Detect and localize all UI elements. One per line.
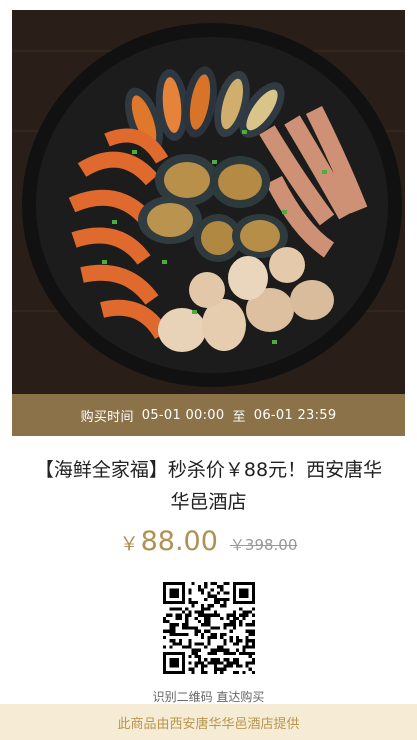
product-card: 购买时间 05-01 00:00 至 06-01 23:59 【海鲜全家福】秒杀… (12, 10, 405, 728)
merchant-footer: 此商品由西安唐华华邑酒店提供 (0, 704, 417, 740)
purchase-time-banner: 购买时间 05-01 00:00 至 06-01 23:59 (12, 394, 405, 436)
original-price: ￥398.00 (229, 536, 298, 554)
currency-symbol: ￥ (119, 533, 139, 555)
seafood-platter-illustration (12, 10, 405, 394)
product-title: 【海鲜全家福】秒杀价￥88元！西安唐华华邑酒店 (34, 459, 383, 513)
qr-caption: 识别二维码 直达购买 (152, 690, 265, 704)
purchase-time-start: 05-01 00:00 (141, 407, 225, 423)
purchase-time-end: 06-01 23:59 (253, 407, 337, 423)
price-row: ￥88.00 ￥398.00 (12, 526, 405, 557)
current-price: ￥88.00 (120, 526, 218, 557)
current-price-value: 88.00 (140, 526, 218, 557)
seafood-platter-image (12, 10, 405, 394)
qr-code[interactable] (163, 582, 255, 674)
purchase-time-label: 购买时间 (80, 409, 134, 425)
purchase-time-connector: 至 (232, 409, 246, 425)
